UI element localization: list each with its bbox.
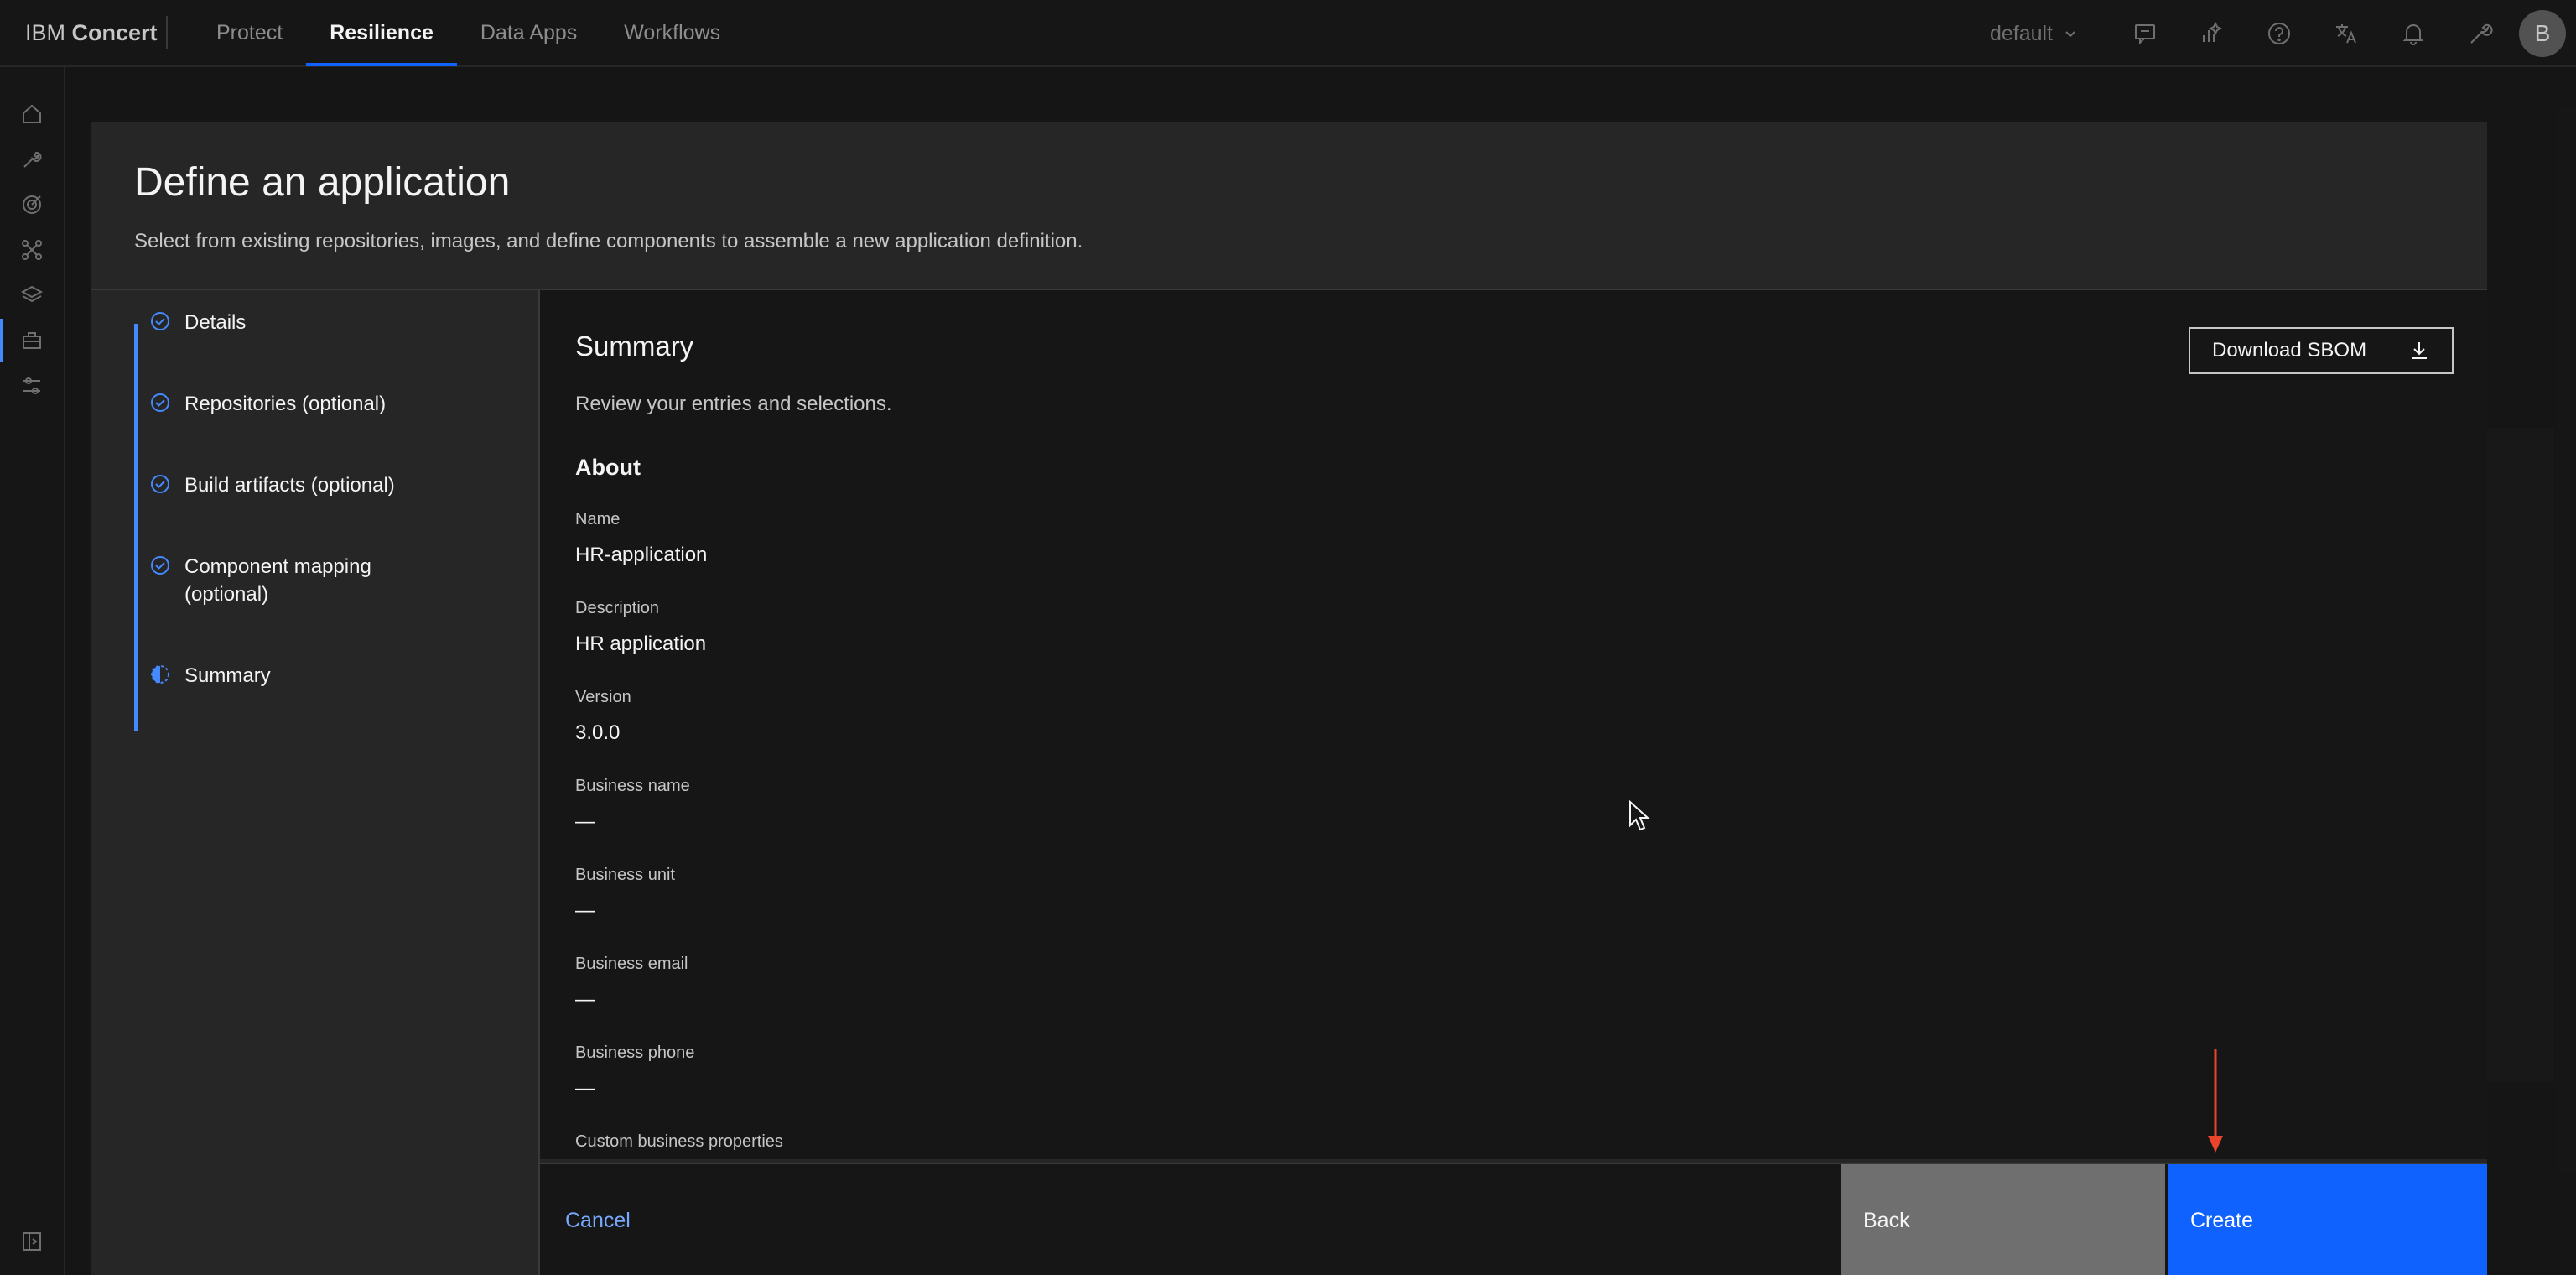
nav-resilience[interactable]: Resilience [306,0,457,66]
field-label: Description [575,599,660,617]
home-icon[interactable] [17,99,47,129]
header-divider [166,16,168,49]
brand-prefix: IBM [25,19,66,45]
step-details[interactable]: Details [149,309,461,336]
field-label: Custom business properties [575,1132,783,1151]
chevron-down-icon [2065,31,2075,38]
download-sbom-button[interactable]: Download SBOM [2189,327,2454,374]
field-value: HR application [575,632,707,655]
field-label: Name [575,510,621,528]
expand-rail-icon[interactable] [17,1226,47,1257]
checkmark-circle-icon [151,475,169,493]
step-label: Component mapping (optional) [184,555,371,606]
target-icon[interactable] [17,190,47,220]
field-label: Business email [575,955,688,973]
field-version: Version 3.0.0 [575,688,631,745]
step-summary[interactable]: Summary [149,662,461,690]
field-business-unit: Business unit — [575,866,675,923]
tenant-label: default [1989,21,2053,45]
avatar[interactable]: B [2519,10,2566,57]
modal-footer: Cancel Back Create [540,1163,2487,1275]
ai-insights-icon[interactable] [2179,0,2246,67]
create-button[interactable]: Create [2168,1164,2487,1275]
field-value: HR-application [575,544,708,566]
field-business-phone: Business phone — [575,1043,694,1101]
checkmark-circle-icon [151,312,169,330]
field-label: Business phone [575,1043,695,1062]
checkmark-circle-icon [151,556,169,575]
nav-protect[interactable]: Protect [193,0,306,66]
settings-icon[interactable] [2447,0,2514,67]
cancel-button[interactable]: Cancel [553,1164,642,1275]
notification-icon[interactable] [2380,0,2447,67]
field-name: Name HR-application [575,510,707,567]
field-value: — [575,1077,595,1100]
tenant-selector[interactable]: default [1990,22,2078,46]
summary-subtitle: Review your entries and selections. [575,393,892,415]
step-label: Repositories (optional) [184,393,387,415]
modal-header: Define an application Select from existi… [91,122,2487,290]
field-value: — [575,899,595,922]
field-value: — [575,988,595,1011]
step-build-artifacts[interactable]: Build artifacts (optional) [149,471,461,499]
top-header: IBM Concert Protect Resilience Data Apps… [0,0,2576,67]
tools-icon[interactable] [17,144,47,174]
help-icon[interactable] [2246,0,2313,67]
field-value: 3.0.0 [575,721,621,744]
chat-icon[interactable] [2111,0,2179,67]
brand-name: Concert [71,19,158,45]
summary-title: Summary [575,330,694,362]
header-actions: default B [1990,0,2576,67]
field-label: Version [575,688,631,706]
field-business-email: Business email — [575,955,688,1012]
field-business-name: Business name — [575,777,690,834]
define-application-modal: Define an application Select from existi… [91,122,2487,1275]
progress-line [134,324,138,731]
annotation-arrow-icon [2208,1049,2223,1153]
field-custom-business-properties: Custom business properties [575,1132,783,1159]
network-icon[interactable] [17,235,47,265]
modal-subtitle: Select from existing repositories, image… [134,230,1083,252]
step-label: Build artifacts (optional) [184,474,395,497]
top-nav: Protect Resilience Data Apps Workflows [193,0,744,66]
current-step-icon [151,665,169,684]
summary-pane: Summary Review your entries and selectio… [540,290,2487,1159]
step-label: Details [184,311,247,334]
progress-indicator: Details Repositories (optional) Build ar… [91,290,540,1275]
step-label: Summary [184,664,271,687]
nav-workflows[interactable]: Workflows [600,0,744,66]
side-rail [0,67,65,1275]
layers-icon[interactable] [17,280,47,310]
back-button[interactable]: Back [1841,1164,2165,1275]
brand-logo[interactable]: IBM Concert [0,20,166,46]
modal-title: Define an application [134,160,511,205]
field-label: Business name [575,777,690,795]
field-value: — [575,810,595,833]
field-label: Business unit [575,866,675,884]
sliders-icon[interactable] [17,371,47,401]
download-sbom-label: Download SBOM [2212,339,2367,362]
step-component-mapping[interactable]: Component mapping (optional) [149,553,394,608]
checkmark-circle-icon [151,393,169,412]
mouse-cursor-icon [1629,800,1650,831]
about-heading: About [575,455,641,480]
applications-icon[interactable] [0,319,47,362]
translate-icon[interactable] [2313,0,2380,67]
download-icon [2412,342,2427,359]
step-repositories[interactable]: Repositories (optional) [149,390,461,418]
nav-data-apps[interactable]: Data Apps [457,0,600,66]
field-description: Description HR application [575,599,706,656]
